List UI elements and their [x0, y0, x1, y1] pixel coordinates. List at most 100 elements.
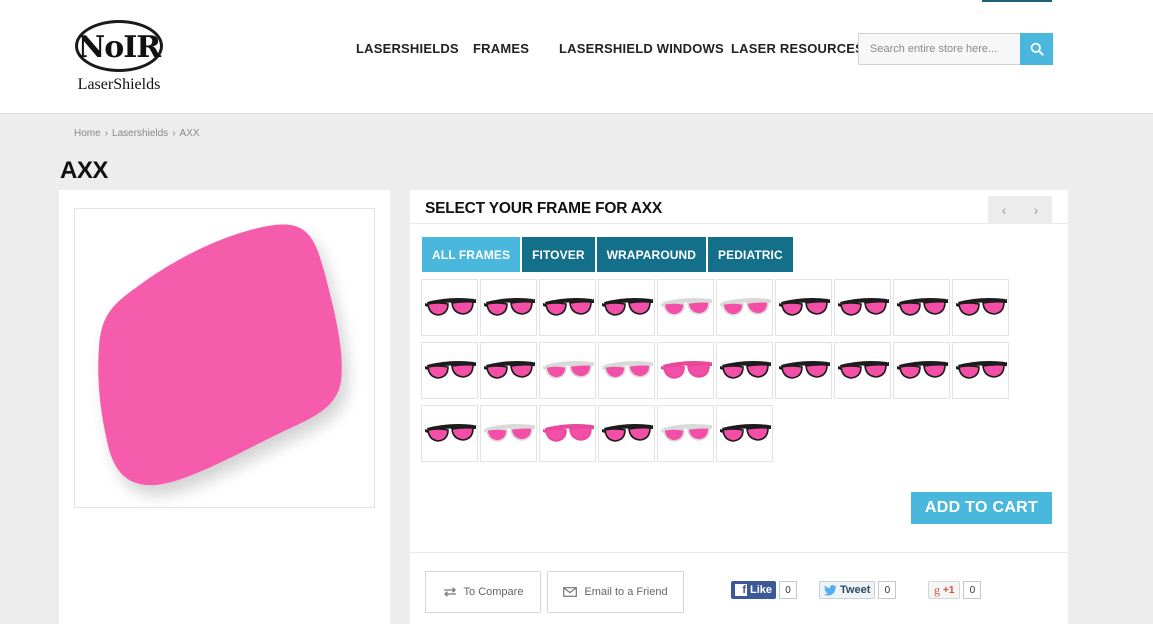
- glasses-icon: [779, 361, 830, 379]
- site-logo[interactable]: NoIR LaserShields: [72, 20, 168, 96]
- frame-thumbnail[interactable]: [421, 405, 478, 462]
- glasses-icon: [425, 361, 476, 379]
- twitter-icon: [824, 584, 837, 595]
- frame-thumbnail[interactable]: [598, 342, 655, 399]
- filter-pediatric[interactable]: PEDIATRIC: [708, 237, 793, 272]
- logo-wordmark: NoIR: [77, 30, 161, 65]
- product-image[interactable]: [74, 208, 375, 508]
- frame-thumbnail[interactable]: [893, 342, 950, 399]
- facebook-like-count: 0: [779, 581, 798, 599]
- glasses-icon: [838, 361, 889, 379]
- frame-thumbnail[interactable]: [716, 279, 773, 336]
- frame-thumbnail[interactable]: [657, 279, 714, 336]
- frame-thumbnail[interactable]: [421, 342, 478, 399]
- glasses-icon: [720, 424, 771, 442]
- glasses-icon: [484, 424, 535, 442]
- frame-thumbnail[interactable]: [421, 279, 478, 336]
- frame-thumbnail[interactable]: [716, 405, 773, 462]
- search-icon: [1030, 42, 1044, 56]
- frame-selector-title: SELECT YOUR FRAME FOR AXX: [425, 200, 662, 217]
- frame-filter-tabs: ALL FRAMES FITOVER WRAPAROUND PEDIATRIC: [422, 237, 793, 272]
- google-plus-button[interactable]: g +1: [928, 581, 961, 599]
- frame-thumbnail[interactable]: [539, 279, 596, 336]
- frame-thumbnail[interactable]: [598, 405, 655, 462]
- nav-item-lasershields[interactable]: LASERSHIELDS: [356, 41, 459, 56]
- frame-thumbnail[interactable]: [834, 342, 891, 399]
- frame-thumbnail[interactable]: [775, 279, 832, 336]
- glasses-icon: [661, 361, 712, 379]
- email-friend-label: Email to a Friend: [584, 586, 668, 598]
- add-to-compare-button[interactable]: To Compare: [425, 571, 541, 613]
- glasses-icon: [956, 361, 1007, 379]
- glasses-icon: [543, 424, 594, 442]
- twitter-tweet-button[interactable]: Tweet: [819, 581, 876, 599]
- page-title: AXX: [60, 157, 108, 184]
- breadcrumb-separator: ›: [104, 128, 109, 139]
- section-divider: [410, 552, 1068, 553]
- glasses-icon: [425, 424, 476, 442]
- compare-arrows-icon: [443, 587, 456, 597]
- facebook-icon: f: [735, 584, 747, 596]
- google-plus-widget: g +1 0: [928, 580, 982, 600]
- pager-prev-button[interactable]: ‹: [988, 196, 1020, 224]
- glasses-icon: [897, 298, 948, 316]
- frame-pager: ‹ ›: [988, 196, 1052, 224]
- filter-wraparound[interactable]: WRAPAROUND: [596, 237, 707, 272]
- glasses-icon: [661, 298, 712, 316]
- frame-selector-panel: SELECT YOUR FRAME FOR AXX ‹ › ALL FRAMES…: [410, 190, 1068, 624]
- email-friend-button[interactable]: Email to a Friend: [547, 571, 684, 613]
- glasses-icon: [543, 298, 594, 316]
- frame-thumbnail[interactable]: [775, 342, 832, 399]
- glasses-icon: [602, 298, 653, 316]
- facebook-like-widget: f Like 0: [731, 580, 798, 600]
- frame-thumbnail[interactable]: [539, 342, 596, 399]
- top-accent-bar: [982, 0, 1052, 2]
- glasses-icon: [425, 298, 476, 316]
- logo-subtitle: LaserShields: [77, 76, 161, 93]
- frame-thumbnail[interactable]: [952, 342, 1009, 399]
- glasses-icon: [543, 361, 594, 379]
- glasses-icon: [838, 298, 889, 316]
- glasses-icon: [720, 298, 771, 316]
- google-plus-icon: g: [934, 582, 940, 597]
- lens-image: [98, 224, 342, 486]
- glasses-icon: [779, 298, 830, 316]
- site-header: NoIR LaserShields LASERSHIELDS FRAMES LA…: [0, 0, 1153, 114]
- frame-thumbnail[interactable]: [716, 342, 773, 399]
- product-image-panel: [59, 190, 390, 624]
- nav-item-lasershield-windows[interactable]: LASERSHIELD WINDOWS: [559, 41, 724, 56]
- frame-thumbnail[interactable]: [657, 405, 714, 462]
- pager-next-button[interactable]: ›: [1020, 196, 1052, 224]
- search-input[interactable]: [859, 34, 1020, 64]
- frame-thumbnail[interactable]: [480, 405, 537, 462]
- frame-thumbnail[interactable]: [657, 342, 714, 399]
- filter-all-frames[interactable]: ALL FRAMES: [422, 237, 521, 272]
- glasses-icon: [956, 298, 1007, 316]
- facebook-like-button[interactable]: f Like: [731, 581, 777, 599]
- frame-thumbnail[interactable]: [480, 342, 537, 399]
- breadcrumb-current: AXX: [179, 128, 200, 139]
- breadcrumb-category[interactable]: Lasershields: [112, 128, 168, 139]
- frame-thumbnail[interactable]: [539, 405, 596, 462]
- filter-fitover[interactable]: FITOVER: [522, 237, 595, 272]
- frame-thumbnail[interactable]: [834, 279, 891, 336]
- twitter-tweet-label: Tweet: [840, 584, 871, 596]
- google-plus-label: +1: [943, 584, 955, 596]
- search-button[interactable]: [1020, 33, 1053, 65]
- facebook-like-label: Like: [750, 584, 773, 596]
- add-to-cart-button[interactable]: ADD TO CART: [911, 492, 1052, 524]
- glasses-icon: [661, 424, 712, 442]
- envelope-icon: [563, 587, 578, 597]
- frame-thumbnail[interactable]: [598, 279, 655, 336]
- glasses-icon: [897, 361, 948, 379]
- glasses-icon: [484, 298, 535, 316]
- nav-item-laser-resources[interactable]: LASER RESOURCES: [731, 41, 864, 56]
- glasses-icon: [602, 424, 653, 442]
- frame-thumbnail[interactable]: [952, 279, 1009, 336]
- glasses-icon: [484, 361, 535, 379]
- breadcrumb-home[interactable]: Home: [74, 128, 101, 139]
- breadcrumb: Home › Lasershields › AXX: [74, 128, 200, 139]
- frame-thumbnail[interactable]: [480, 279, 537, 336]
- frame-thumbnail[interactable]: [893, 279, 950, 336]
- nav-item-frames[interactable]: FRAMES: [473, 41, 529, 56]
